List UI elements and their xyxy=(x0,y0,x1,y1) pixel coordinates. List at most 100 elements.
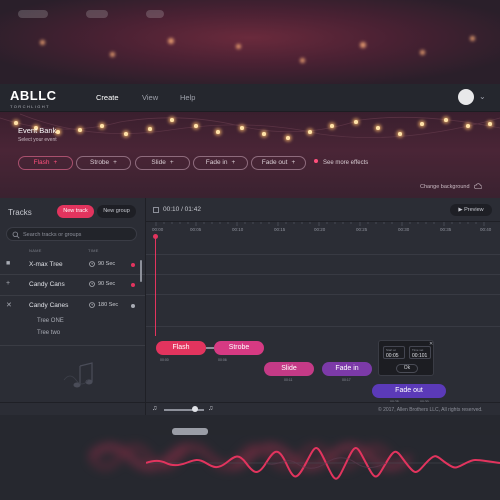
clip-fade-in[interactable]: Fade in xyxy=(322,362,372,376)
lane-divider xyxy=(146,294,500,295)
start-time-field[interactable]: Start at 00:05 xyxy=(383,346,405,359)
field-label: Start at xyxy=(386,348,396,352)
cloud-icon xyxy=(473,183,483,189)
effect-label: Slide xyxy=(151,159,166,166)
lane-divider xyxy=(146,326,500,327)
search-input[interactable] xyxy=(23,230,133,239)
timeline-toolbar: 00:10 / 01:42 ▶ Preview xyxy=(146,198,500,222)
scrollbar-thumb[interactable] xyxy=(172,428,208,435)
track-time: 90 Sec xyxy=(98,261,116,267)
lane-divider xyxy=(146,274,500,275)
effect-strobe-button[interactable]: Strobe + xyxy=(76,156,131,170)
track-group-row[interactable]: ✕ Candy Canes 180 Sec xyxy=(0,295,145,315)
clip-flash[interactable]: Flash xyxy=(156,341,206,355)
see-more-effects-link[interactable]: See more effects xyxy=(314,159,368,166)
ruler-label: 00:00 xyxy=(152,227,164,232)
logo-text: ABLLC xyxy=(10,88,57,103)
track-name: Candy Cans xyxy=(29,281,65,288)
light-bulb xyxy=(124,132,128,136)
clip-slide[interactable]: Slide xyxy=(264,362,314,376)
new-group-button[interactable]: New group xyxy=(97,205,136,218)
avatar[interactable] xyxy=(458,89,474,105)
field-label: Time set xyxy=(412,348,424,352)
clip-link-icon xyxy=(206,347,214,349)
ruler-label: 00:35 xyxy=(440,227,452,232)
effect-fade-in-button[interactable]: Fade in + xyxy=(193,156,248,170)
light-bulb xyxy=(262,132,266,136)
light-bulb xyxy=(376,126,380,130)
music-note-icon xyxy=(63,362,93,388)
light-bulb xyxy=(286,136,290,140)
close-icon[interactable]: ✕ xyxy=(6,301,12,309)
volume-slider[interactable] xyxy=(164,409,204,411)
end-time-field[interactable]: Time set 00:101 xyxy=(409,346,431,359)
nav-help[interactable]: Help xyxy=(180,93,195,102)
effect-label: Fade out xyxy=(261,159,288,166)
trash-icon[interactable]: ■ xyxy=(6,260,10,267)
clip-label: Strobe xyxy=(228,344,250,351)
effect-slide-button[interactable]: Slide + xyxy=(135,156,190,170)
clip-label: Flash xyxy=(172,344,190,351)
light-bulb xyxy=(420,122,424,126)
clip-time: 00:17 xyxy=(342,378,351,382)
ruler-label: 00:40 xyxy=(480,227,492,232)
light-bulb xyxy=(56,130,60,134)
app-window: ABLLC TORCHLIGHT Create View Help ⌄ Even… xyxy=(0,84,500,480)
light-bulb xyxy=(398,132,402,136)
volume-slider-handle[interactable] xyxy=(192,406,198,412)
clip-label: Slide xyxy=(281,365,297,372)
banner-subtitle: Select your event xyxy=(18,137,57,143)
light-bulb xyxy=(14,121,18,125)
playhead-handle[interactable] xyxy=(153,234,158,239)
effect-flash-button[interactable]: Flash + xyxy=(18,156,73,170)
clip-strobe[interactable]: Strobe xyxy=(214,341,264,355)
ok-button[interactable]: Ok xyxy=(396,364,418,373)
light-bulb xyxy=(240,126,244,130)
bokeh-light xyxy=(470,36,475,41)
string-lights-decoration xyxy=(0,113,500,138)
ghost-bar xyxy=(86,10,108,18)
clock-icon xyxy=(89,281,95,287)
bokeh-light xyxy=(360,42,366,48)
child-track-item[interactable]: Tree two xyxy=(37,330,60,336)
nav-create[interactable]: Create xyxy=(96,93,119,102)
screen: ABLLC TORCHLIGHT Create View Help ⌄ Even… xyxy=(0,0,500,500)
track-row[interactable]: ■ X-max Tree 90 Sec xyxy=(0,255,145,275)
preview-button[interactable]: ▶ Preview xyxy=(450,204,492,216)
light-bulb xyxy=(148,127,152,131)
plus-icon[interactable]: + xyxy=(6,280,10,287)
change-background-link[interactable]: Change background xyxy=(420,183,483,190)
audio-waveform[interactable] xyxy=(146,438,500,488)
nav-view[interactable]: View xyxy=(142,93,158,102)
time-edit-popup: ✕ Start at 00:05 Time set 00:101 Ok xyxy=(378,340,434,376)
light-bulb xyxy=(100,124,104,128)
clock-icon xyxy=(89,261,95,267)
light-bulb xyxy=(466,124,470,128)
plus-icon: + xyxy=(231,159,236,166)
stop-icon[interactable] xyxy=(153,207,159,213)
bokeh-light xyxy=(168,38,174,44)
change-background-label: Change background xyxy=(420,184,470,190)
chevron-down-icon[interactable]: ⌄ xyxy=(479,92,486,101)
light-bulb xyxy=(194,124,198,128)
ruler-label: 00:20 xyxy=(314,227,326,232)
plus-icon: + xyxy=(53,159,58,166)
lane-divider xyxy=(146,254,500,255)
effect-fade-out-button[interactable]: Fade out + xyxy=(251,156,306,170)
divider xyxy=(0,345,145,346)
new-track-button[interactable]: New track xyxy=(57,205,94,218)
playhead[interactable] xyxy=(155,236,156,336)
vertical-scrollbar-thumb[interactable] xyxy=(140,260,142,282)
status-dot xyxy=(131,263,135,267)
track-row[interactable]: + Candy Cans 90 Sec xyxy=(0,275,145,295)
status-dot xyxy=(131,283,135,287)
clip-fade-out[interactable]: Fade out xyxy=(372,384,446,398)
child-track-item[interactable]: Tree ONE xyxy=(37,318,64,324)
light-bulb xyxy=(308,130,312,134)
effect-label: Fade in xyxy=(205,159,228,166)
player-footer: ♫ ♫ © 2017, Allen Brothers LLC, All righ… xyxy=(146,402,500,415)
track-time: 90 Sec xyxy=(98,281,116,287)
logo[interactable]: ABLLC TORCHLIGHT xyxy=(10,88,57,109)
track-name: Candy Canes xyxy=(29,302,69,309)
clip-time: 00:11 xyxy=(284,378,293,382)
